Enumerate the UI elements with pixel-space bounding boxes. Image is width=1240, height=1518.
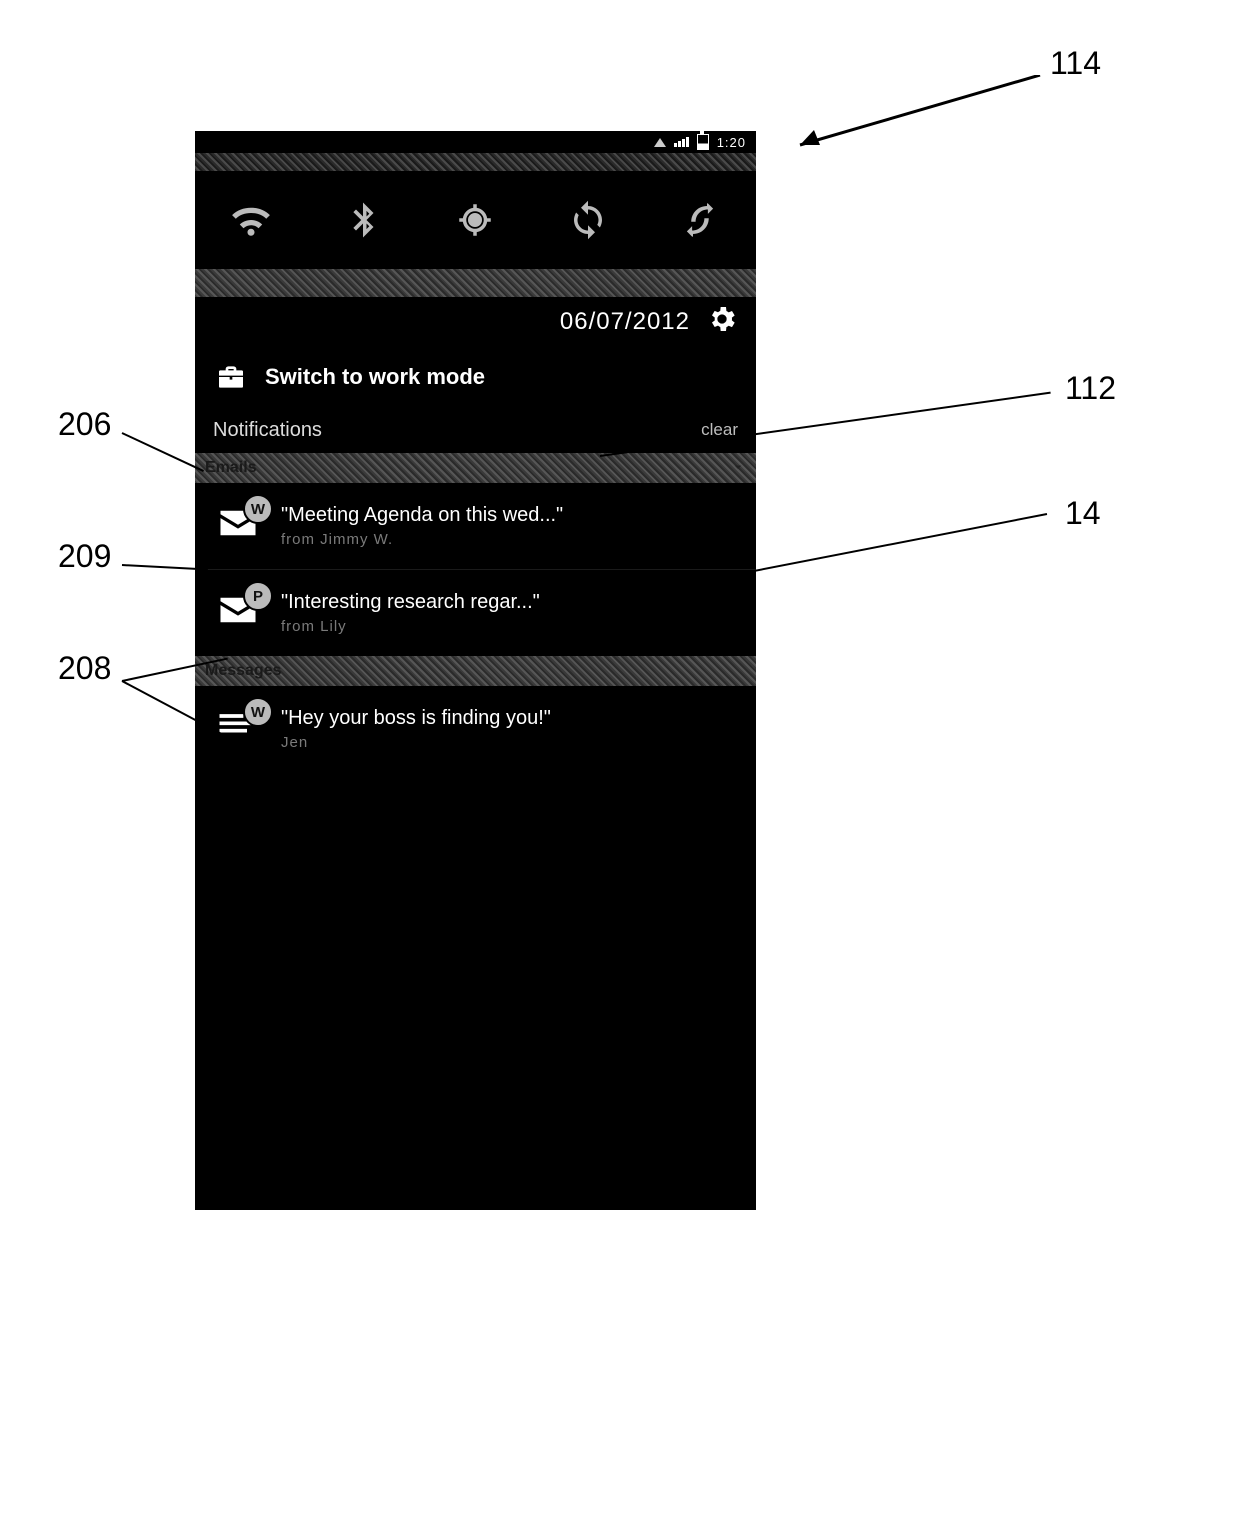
notification-item[interactable]: P "Interesting research regar..." from L… (195, 569, 756, 656)
callout-112: 112 (1065, 370, 1116, 407)
callout-114: 114 (1050, 45, 1101, 82)
qs-wifi[interactable] (221, 190, 281, 250)
bluetooth-icon (342, 199, 384, 241)
callout-14: 14 (1065, 495, 1101, 532)
notification-shade: 1:20 06/07/2012 (195, 131, 756, 1210)
settings-button[interactable] (706, 303, 738, 342)
notification-item[interactable]: W "Meeting Agenda on this wed..." from J… (195, 483, 756, 569)
notification-text: "Hey your boss is finding you!" Jen (281, 707, 551, 751)
section-messages[interactable]: Messages (195, 656, 756, 686)
section-emails[interactable]: Emails (195, 453, 756, 483)
notification-subtitle: from Jimmy W. (281, 531, 563, 548)
notification-title: "Meeting Agenda on this wed..." (281, 504, 563, 527)
quick-settings-row (195, 171, 756, 269)
gear-icon (706, 303, 738, 335)
personal-badge: P (243, 581, 273, 611)
status-bar: 1:20 (195, 131, 756, 153)
gps-icon (454, 199, 496, 241)
notification-title: "Hey your boss is finding you!" (281, 707, 551, 730)
arrow-114 (790, 75, 1050, 155)
notification-title: "Interesting research regar..." (281, 591, 540, 614)
notification-text: "Interesting research regar..." from Lil… (281, 591, 540, 635)
briefcase-icon (213, 361, 249, 393)
qs-rotation[interactable] (670, 190, 730, 250)
work-badge: W (243, 697, 273, 727)
qs-bluetooth[interactable] (333, 190, 393, 250)
notification-icon: W (209, 705, 267, 753)
status-time: 1:20 (717, 135, 746, 150)
work-badge: W (243, 494, 273, 524)
sync-icon (567, 199, 609, 241)
callout-209: 209 (58, 538, 111, 575)
signal-icon (674, 137, 689, 147)
notification-subtitle: from Lily (281, 618, 540, 635)
quick-settings-labels (195, 269, 756, 297)
notification-item[interactable]: W "Hey your boss is finding you!" Jen (195, 686, 756, 772)
leader-206 (122, 432, 204, 472)
notification-icon: P (209, 589, 267, 637)
battery-icon (697, 134, 709, 150)
chevron-icon (730, 459, 746, 480)
switch-mode-button[interactable]: Switch to work mode (195, 347, 756, 407)
callout-206: 206 (58, 406, 111, 443)
shade-date: 06/07/2012 (560, 308, 690, 336)
wifi-icon (230, 199, 272, 241)
decorative-bar (195, 153, 756, 171)
rotation-icon (679, 199, 721, 241)
notification-subtitle: Jen (281, 734, 551, 751)
notification-text: "Meeting Agenda on this wed..." from Jim… (281, 504, 563, 548)
section-label: Messages (205, 662, 282, 680)
callout-208: 208 (58, 650, 111, 687)
notifications-title: Notifications (213, 419, 322, 442)
notification-icon: W (209, 502, 267, 550)
switch-mode-label: Switch to work mode (265, 364, 485, 390)
section-label: Emails (205, 459, 257, 477)
date-row: 06/07/2012 (195, 297, 756, 347)
wifi-mini-icon (654, 138, 666, 147)
qs-sync[interactable] (558, 190, 618, 250)
qs-gps[interactable] (445, 190, 505, 250)
